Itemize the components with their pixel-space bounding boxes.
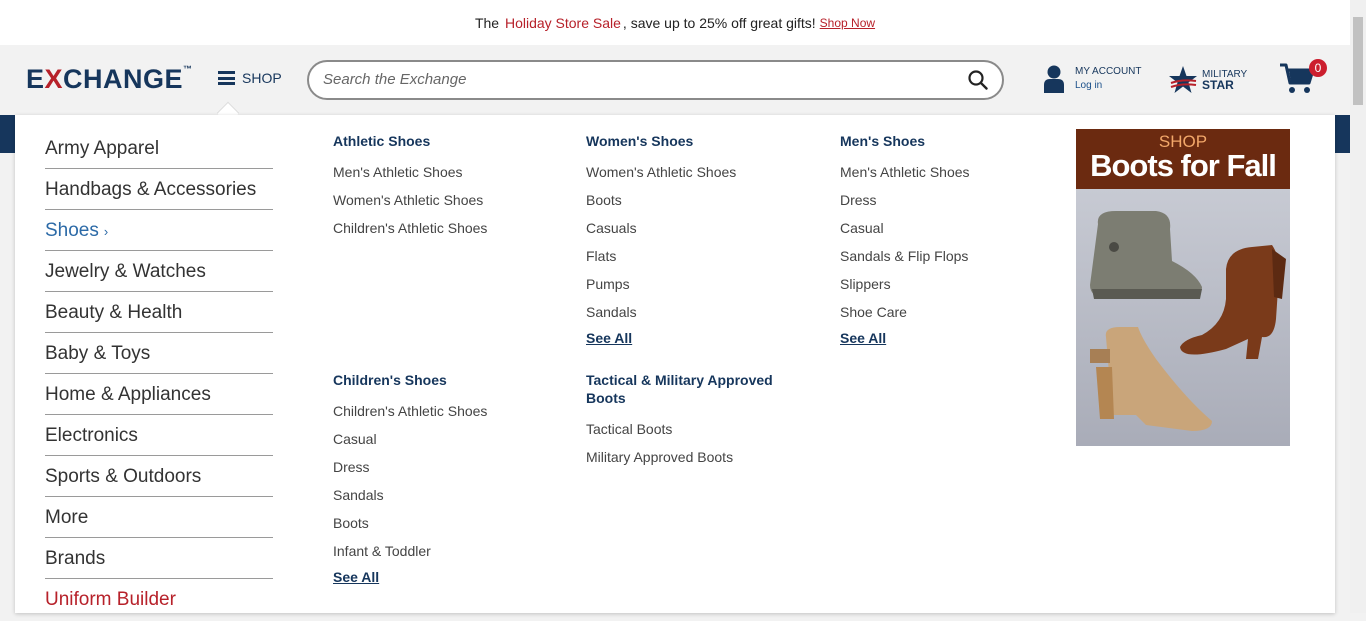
menu-link[interactable]: Slippers — [840, 270, 1065, 298]
menu-link[interactable]: Men's Athletic Shoes — [333, 158, 558, 186]
category-uniform-builder[interactable]: Uniform Builder — [45, 579, 273, 620]
category-electronics[interactable]: Electronics — [45, 415, 273, 456]
military-star-icon — [1169, 66, 1197, 93]
shop-menu-button[interactable]: SHOP — [218, 70, 282, 86]
childrens-shoes-heading[interactable]: Children's Shoes — [333, 371, 558, 389]
shop-label: SHOP — [242, 70, 282, 86]
menu-link[interactable]: Boots — [586, 186, 811, 214]
login-link[interactable]: Log in — [1075, 79, 1142, 93]
category-army-apparel[interactable]: Army Apparel — [45, 128, 273, 169]
cart-count-badge: 0 — [1309, 59, 1327, 77]
category-sports[interactable]: Sports & Outdoors — [45, 456, 273, 497]
menu-link[interactable]: Flats — [586, 242, 811, 270]
menu-link[interactable]: Pumps — [586, 270, 811, 298]
menu-link[interactable]: Sandals — [333, 481, 558, 509]
banner-title: Boots for Fall — [1090, 148, 1277, 183]
my-account-label: MY ACCOUNT — [1075, 66, 1142, 77]
category-brands[interactable]: Brands — [45, 538, 273, 579]
mens-shoes-column: Men's Shoes Men's Athletic Shoes Dress C… — [840, 132, 1065, 350]
tactical-boots-column: Tactical & Military Approved Boots Tacti… — [586, 371, 796, 471]
promo-highlight[interactable]: Holiday Store Sale — [505, 15, 621, 31]
menu-link[interactable]: Dress — [840, 186, 1065, 214]
user-icon — [1044, 65, 1064, 93]
my-account[interactable]: MY ACCOUNT Log in — [1043, 65, 1142, 93]
menu-link[interactable]: Sandals — [586, 298, 811, 326]
category-baby-toys[interactable]: Baby & Toys — [45, 333, 273, 374]
menu-link[interactable]: Boots — [333, 509, 558, 537]
menu-link[interactable]: Military Approved Boots — [586, 443, 796, 471]
military-star[interactable]: MILITARY STAR — [1168, 65, 1247, 95]
mens-shoes-heading[interactable]: Men's Shoes — [840, 132, 1065, 150]
menu-link[interactable]: Women's Athletic Shoes — [333, 186, 558, 214]
search-icon[interactable] — [968, 70, 988, 90]
tactical-boots-heading[interactable]: Tactical & Military Approved Boots — [586, 371, 796, 407]
see-all-link[interactable]: See All — [586, 326, 811, 350]
category-shoes[interactable]: Shoes › — [45, 210, 273, 251]
menu-link[interactable]: Men's Athletic Shoes — [840, 158, 1065, 186]
shop-now-link[interactable]: Shop Now — [820, 16, 875, 30]
hamburger-icon — [218, 71, 235, 85]
category-list: Army Apparel Handbags & Accessories Shoe… — [45, 128, 273, 620]
promo-prefix: The — [474, 14, 500, 31]
shop-mega-menu: Army Apparel Handbags & Accessories Shoe… — [15, 115, 1335, 613]
menu-link[interactable]: Casuals — [586, 214, 811, 242]
menu-link[interactable]: Dress — [333, 453, 558, 481]
menu-link[interactable]: Infant & Toddler — [333, 537, 558, 565]
promo-suffix: , save up to 25% off great gifts! — [622, 14, 816, 31]
see-all-link[interactable]: See All — [840, 326, 1065, 350]
menu-link[interactable]: Children's Athletic Shoes — [333, 214, 558, 242]
menu-link[interactable]: Children's Athletic Shoes — [333, 397, 558, 425]
star-label: STAR — [1202, 77, 1234, 92]
site-header: EXCHANGE™ SHOP MY ACCOUNT Log in MILIT — [0, 45, 1350, 125]
search-input[interactable] — [323, 71, 943, 88]
category-handbags[interactable]: Handbags & Accessories — [45, 169, 273, 210]
menu-link[interactable]: Tactical Boots — [586, 415, 796, 443]
athletic-shoes-heading[interactable]: Athletic Shoes — [333, 132, 558, 150]
chevron-right-icon: › — [103, 224, 109, 239]
see-all-link[interactable]: See All — [333, 565, 558, 589]
womens-shoes-heading[interactable]: Women's Shoes — [586, 132, 811, 150]
exchange-logo[interactable]: EXCHANGE™ — [26, 64, 193, 95]
category-jewelry[interactable]: Jewelry & Watches — [45, 251, 273, 292]
menu-link[interactable]: Women's Athletic Shoes — [586, 158, 811, 186]
promo-banner: The Holiday Store Sale, save up to 25% o… — [0, 0, 1350, 45]
page-scrollbar[interactable] — [1350, 0, 1366, 613]
boots-image — [1076, 189, 1290, 446]
menu-link[interactable]: Sandals & Flip Flops — [840, 242, 1065, 270]
athletic-shoes-column: Athletic Shoes Men's Athletic Shoes Wome… — [333, 132, 558, 242]
womens-shoes-column: Women's Shoes Women's Athletic Shoes Boo… — [586, 132, 811, 350]
category-beauty[interactable]: Beauty & Health — [45, 292, 273, 333]
search-box — [307, 60, 1004, 100]
scrollbar-thumb[interactable] — [1353, 17, 1363, 105]
boots-for-fall-banner[interactable]: SHOP Boots for Fall — [1076, 129, 1290, 446]
childrens-shoes-column: Children's Shoes Children's Athletic Sho… — [333, 371, 558, 589]
category-more[interactable]: More — [45, 497, 273, 538]
menu-link[interactable]: Casual — [840, 214, 1065, 242]
menu-link[interactable]: Shoe Care — [840, 298, 1065, 326]
cart-button[interactable]: 0 — [1279, 59, 1327, 100]
category-home[interactable]: Home & Appliances — [45, 374, 273, 415]
menu-link[interactable]: Casual — [333, 425, 558, 453]
